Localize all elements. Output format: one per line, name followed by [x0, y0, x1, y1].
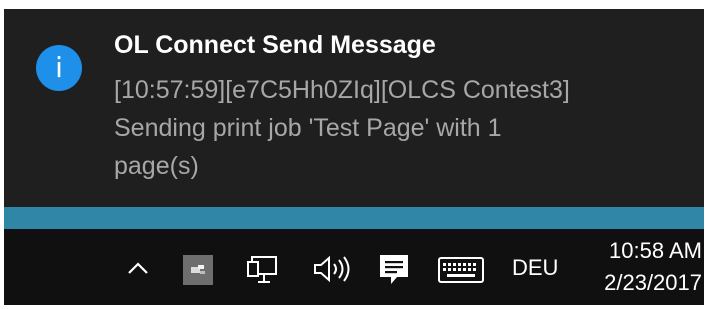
- clock[interactable]: 10:58 AM 2/23/2017: [592, 235, 702, 299]
- volume-icon[interactable]: [310, 251, 354, 287]
- action-center-icon[interactable]: [376, 251, 412, 289]
- notification-title: OL Connect Send Message: [114, 31, 436, 59]
- touch-keyboard-icon[interactable]: [436, 255, 486, 285]
- notification-line: page(s): [114, 152, 199, 180]
- info-icon: i: [36, 45, 82, 91]
- clock-time: 10:58 AM: [609, 238, 702, 263]
- notification-line: [10:57:59][e7C5Hh0ZIq][OLCS Contest3]: [114, 76, 570, 104]
- notification-body: [10:57:59][e7C5Hh0ZIq][OLCS Contest3] Se…: [114, 71, 654, 185]
- chevron-up-icon[interactable]: [122, 251, 154, 285]
- app-tray-icon[interactable]: [183, 255, 213, 285]
- toast-notification[interactable]: i OL Connect Send Message [10:57:59][e7C…: [4, 9, 704, 207]
- accent-strip: [4, 207, 704, 229]
- screen-frame: i OL Connect Send Message [10:57:59][e7C…: [4, 9, 704, 305]
- input-language-indicator[interactable]: DEU: [512, 255, 558, 281]
- clock-date: 2/23/2017: [604, 270, 702, 295]
- notification-line: Sending print job 'Test Page' with 1: [114, 114, 502, 142]
- taskbar: DEU 10:58 AM 2/23/2017: [4, 229, 704, 305]
- network-icon[interactable]: [244, 253, 280, 287]
